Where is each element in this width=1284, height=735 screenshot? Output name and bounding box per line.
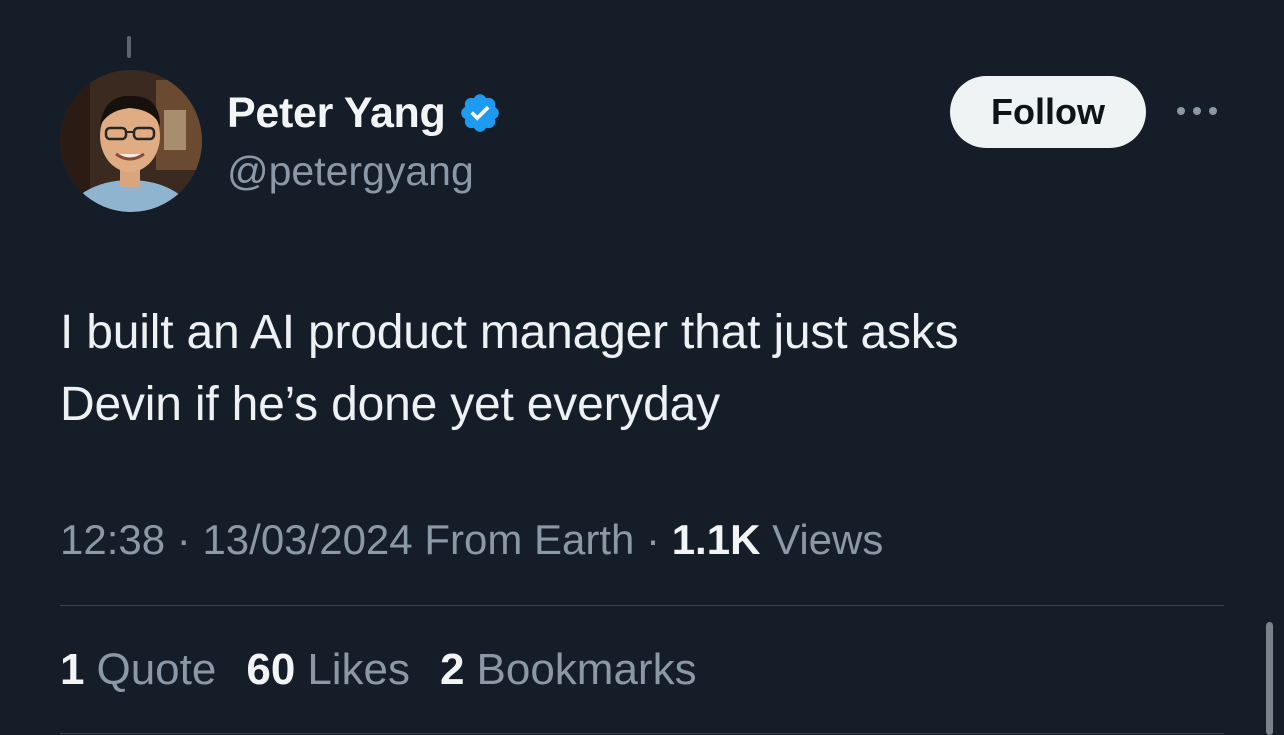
- tweet-time[interactable]: 12:38: [60, 516, 165, 563]
- likes-count: 60: [246, 645, 296, 694]
- quotes-count: 1: [60, 645, 85, 694]
- quotes-stat[interactable]: 1 Quote: [60, 645, 216, 695]
- likes-stat[interactable]: 60 Likes: [246, 645, 410, 695]
- likes-label: Likes: [307, 645, 411, 694]
- author-display-name[interactable]: Peter Yang: [227, 89, 446, 138]
- bookmarks-stat[interactable]: 2 Bookmarks: [440, 645, 697, 695]
- engagement-stats: 1 Quote 60 Likes 2 Bookmarks: [60, 645, 697, 695]
- views-count: 1.1K: [671, 516, 761, 563]
- author-handle[interactable]: @petergyang: [227, 148, 474, 195]
- tweet-source: From Earth: [412, 516, 635, 563]
- tweet-text-line: I built an AI product manager that just …: [60, 306, 959, 359]
- more-horizontal-icon[interactable]: [1172, 96, 1222, 126]
- tweet-metadata: 12:38 · 13/03/2024 From Earth · 1.1K Vie…: [60, 516, 883, 564]
- avatar[interactable]: [60, 70, 202, 212]
- divider: [60, 733, 1224, 734]
- views-label: Views: [760, 516, 884, 563]
- quotes-label: Quote: [96, 645, 217, 694]
- scrollbar[interactable]: [1266, 622, 1273, 735]
- tweet-text-line: Devin if he’s done yet everyday: [60, 378, 720, 431]
- bookmarks-count: 2: [440, 645, 465, 694]
- verified-badge-icon: [460, 94, 499, 132]
- meta-separator: ·: [165, 516, 203, 563]
- author-name-row: Peter Yang: [227, 86, 502, 140]
- thread-connector-line: [127, 36, 131, 58]
- avatar-photo: [60, 70, 202, 212]
- tweet-date[interactable]: 13/03/2024: [202, 516, 412, 563]
- bookmarks-label: Bookmarks: [476, 645, 697, 694]
- follow-button[interactable]: Follow: [950, 76, 1146, 148]
- divider: [60, 605, 1224, 606]
- meta-separator: ·: [634, 516, 672, 563]
- tweet-text: I built an AI product manager that just …: [60, 297, 1240, 441]
